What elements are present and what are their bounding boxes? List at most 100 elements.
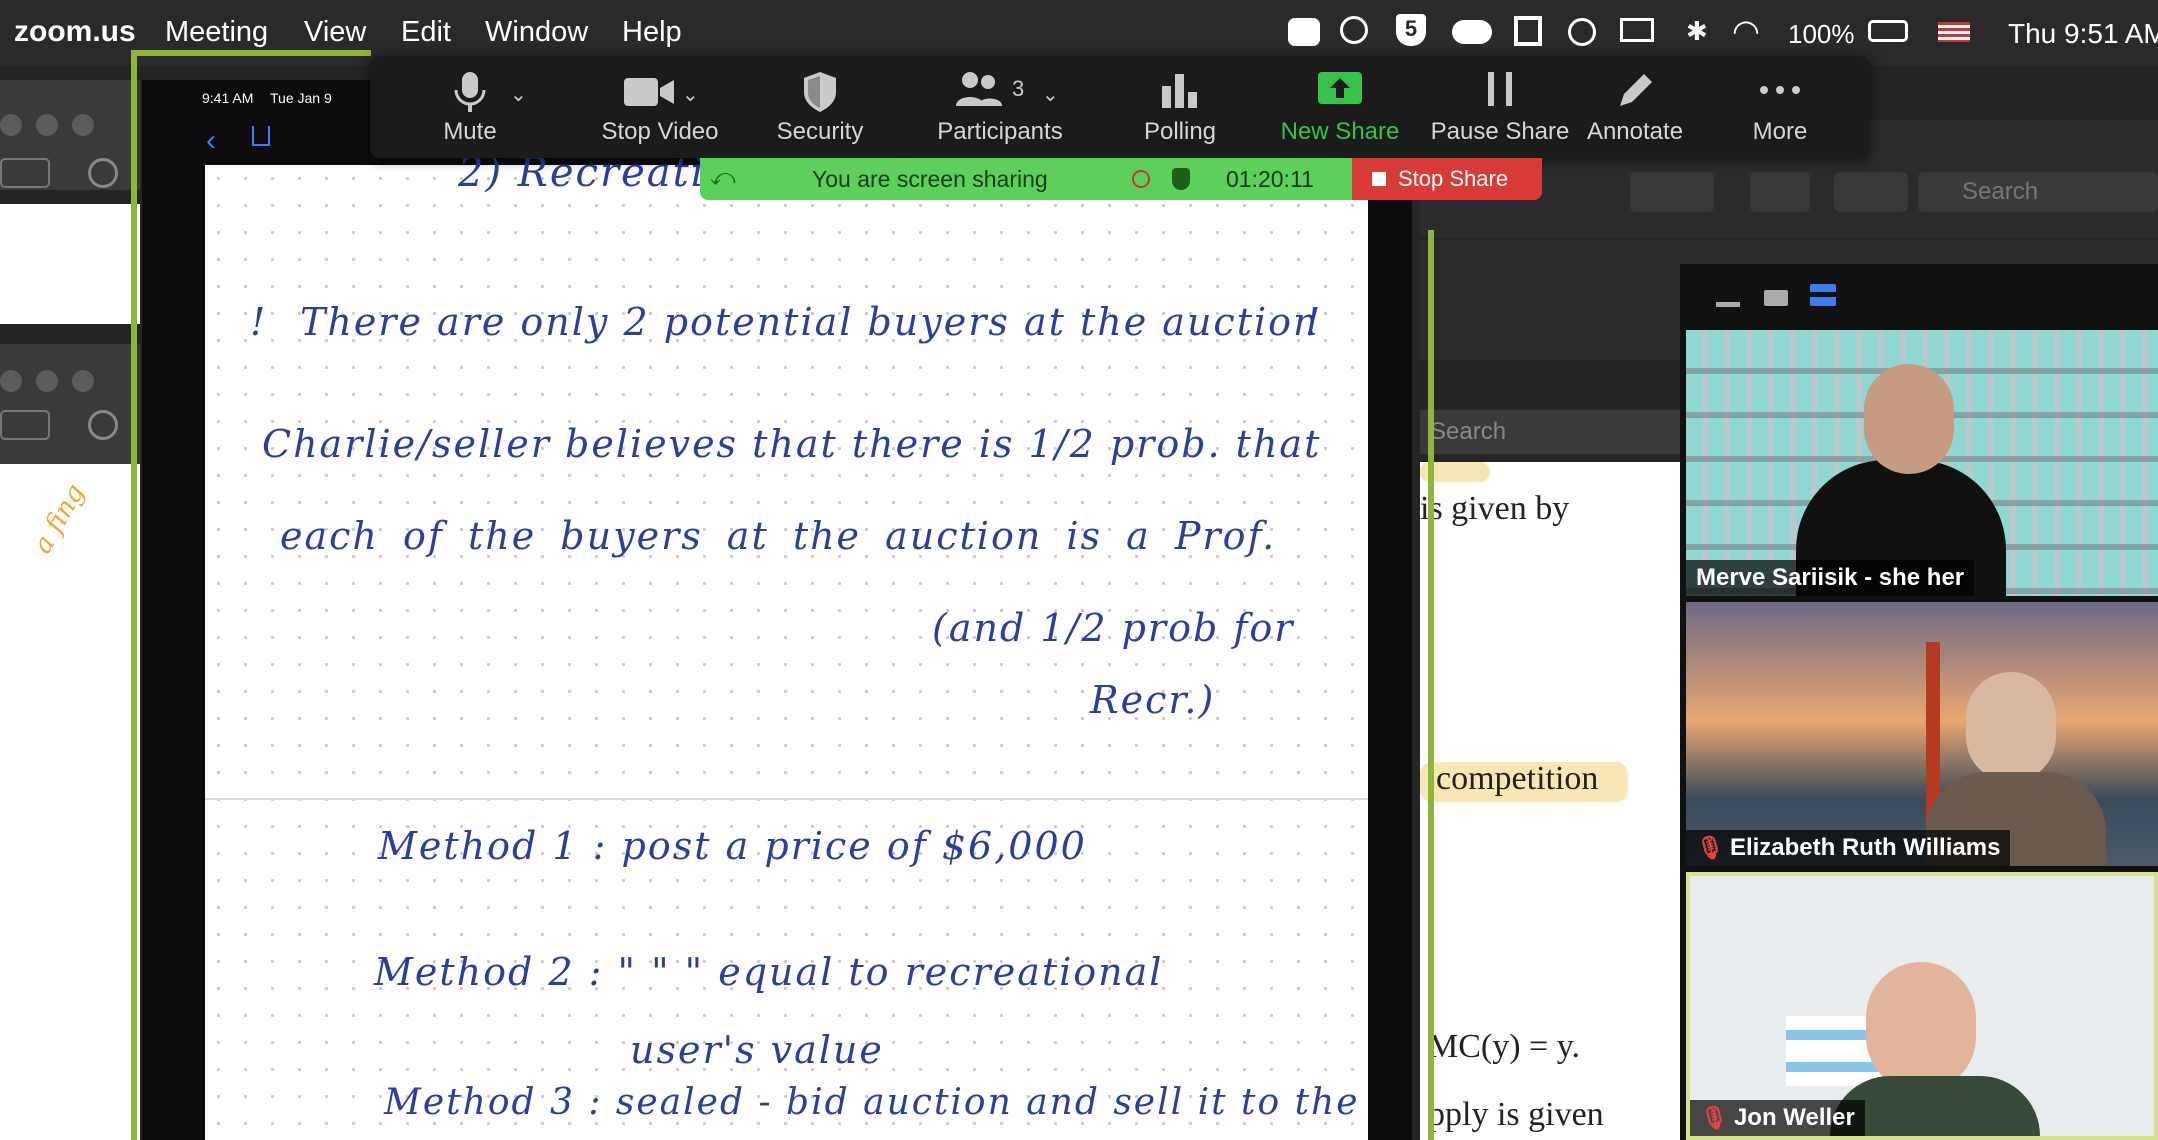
participant-tile-1[interactable]: Merve Sariisik - she her [1686,330,2158,596]
participants-button[interactable]: 3 Participants [900,56,1100,158]
security-button[interactable]: Security [740,56,900,158]
sidebar-toggle-icon[interactable] [0,158,50,188]
wifi-icon[interactable]: ◠ [1732,12,1760,50]
notes-line-2: Charlie/seller believes that there is 1/… [262,422,1322,466]
share-frame-left [131,50,137,1140]
battery-icon[interactable] [1868,20,1908,42]
search-field-secondary[interactable]: Search [1420,410,1680,454]
zoom-share-toolbar: Mute ⌄ Stop Video ⌄ Security 3 Participa… [370,56,1870,158]
warning-mark-right: ! [1305,300,1323,344]
shield-icon [804,72,836,112]
zoom-status-icon[interactable] [1288,18,1320,46]
airplay-icon[interactable] [1620,18,1654,42]
mute-label: Mute [443,118,497,145]
window-minimize-dot[interactable] [36,114,58,136]
stop-share-button[interactable]: Stop Share [1352,158,1542,200]
bluetooth-icon[interactable]: ✱ [1686,16,1708,47]
rotate-icon[interactable] [1750,172,1810,212]
pencil-icon [1620,74,1652,106]
participant-name-2-label: 🎙 Elizabeth Ruth Williams [1686,830,2011,866]
pen-tool-icon[interactable] [1630,172,1714,212]
share-timer: 01:20:11 [1226,166,1314,192]
cloud-upload-icon[interactable] [1452,20,1492,44]
back-chevron-icon[interactable]: ‹ [206,124,216,158]
left-window-titlebar-2 [0,344,140,464]
participant-gallery: Merve Sariisik - she her 🎙 Elizabeth Ruth… [1680,264,2158,1140]
share-frame-top [131,50,371,56]
bar-chart-icon [1162,74,1197,108]
stop-share-label: Stop Share [1398,166,1509,191]
pdf-line-3: MC(y) = y. [1428,1028,1581,1065]
screen-sharing-text: You are screen sharing [812,166,1048,192]
window-close-dot[interactable] [0,370,22,392]
notes-line-5: Recr.) [1090,678,1216,722]
participant-tile-2[interactable]: 🎙 Elizabeth Ruth Williams [1686,602,2158,866]
notes-line-4: (and 1/2 prob for [932,606,1295,650]
annotate-button[interactable]: Annotate [1550,56,1720,158]
sidebar-toggle-icon[interactable] [0,410,50,440]
polling-button[interactable]: Polling [1100,56,1260,158]
menu-view[interactable]: View [304,14,366,50]
menu-help[interactable]: Help [622,14,682,50]
menu-edit[interactable]: Edit [401,14,451,50]
pdf-line-4: pply is given [1428,1096,1604,1133]
left-window-page-2: a fing [0,464,140,1140]
stop-video-button[interactable]: Stop Video [560,56,760,158]
more-dots-icon [1760,86,1800,94]
audio-options-chevron-icon[interactable]: ⌄ [510,82,527,107]
muted-mic-icon: 🎙 [1696,835,1724,860]
sync-icon[interactable] [1568,18,1596,46]
shield-5-icon[interactable]: 5 [1396,14,1426,46]
drag-handle-icon[interactable]: ⤺ [710,164,736,192]
new-share-icon [1318,72,1362,104]
share-frame-right [1428,230,1434,1140]
window-minimize-dot[interactable] [36,370,58,392]
participant-face-1 [1864,364,1954,474]
app-menu[interactable]: zoom.us [14,14,136,50]
pause-icon [1488,72,1512,106]
polling-label: Polling [1143,118,1217,145]
zoom-out-icon[interactable] [88,158,118,188]
warning-mark-left: ! [250,300,268,344]
us-flag-icon[interactable] [1938,22,1970,42]
left-window-page-1 [0,204,140,324]
security-label: Security [776,118,864,145]
ipad-time: 9:41 AM [202,90,254,106]
orange-annotation: a fing [27,479,91,559]
more-button[interactable]: More [1710,56,1850,158]
menu-window[interactable]: Window [485,14,588,50]
annotate-label: Annotate [1586,118,1684,145]
window-zoom-dot[interactable] [72,114,94,136]
menu-meeting[interactable]: Meeting [165,14,268,50]
method-3: Method 3 : sealed - bid auction and sell… [384,1082,1360,1123]
method-2: Method 2 : " " " equal to recreational [374,950,1164,994]
participant-face-2 [1966,672,2056,782]
ipad-date: Tue Jan 9 [270,90,332,106]
gallery-view-icon[interactable] [1810,284,1836,306]
participant-tile-3[interactable]: 🎙 Jon Weller [1686,872,2158,1140]
share-icon[interactable] [252,126,270,146]
window-zoom-dot[interactable] [72,370,94,392]
grid-layout-icon[interactable] [1514,16,1542,46]
page-divider [205,798,1368,800]
minimize-icon[interactable] [1716,302,1740,307]
participant-name-2: Elizabeth Ruth Williams [1729,834,2001,861]
thumbnail-view-icon[interactable] [1764,290,1788,306]
search-field[interactable]: Search [1918,172,2158,212]
video-camera-icon [624,78,674,106]
method-1: Method 1 : post a price of $6,000 [378,824,1087,868]
timer-icon[interactable] [1340,16,1368,44]
notes-line-1: There are only 2 potential buyers at the… [300,300,1320,344]
clock[interactable]: Thu 9:51 AM [2008,16,2158,52]
verified-shield-icon [1172,168,1190,190]
participant-name-3: Jon Weller [1733,1104,1855,1131]
left-window-titlebar-1 [0,80,140,190]
participants-chevron-icon[interactable]: ⌄ [1042,82,1059,107]
window-close-dot[interactable] [0,114,22,136]
markup-icon[interactable] [1834,172,1908,212]
mute-button[interactable]: Mute [410,56,530,158]
zoom-out-icon[interactable] [88,410,118,440]
video-options-chevron-icon[interactable]: ⌄ [682,82,699,107]
screen-sharing-banner[interactable]: ⤺ You are screen sharing 01:20:11 [700,158,1352,200]
stop-video-label: Stop Video [601,118,719,145]
